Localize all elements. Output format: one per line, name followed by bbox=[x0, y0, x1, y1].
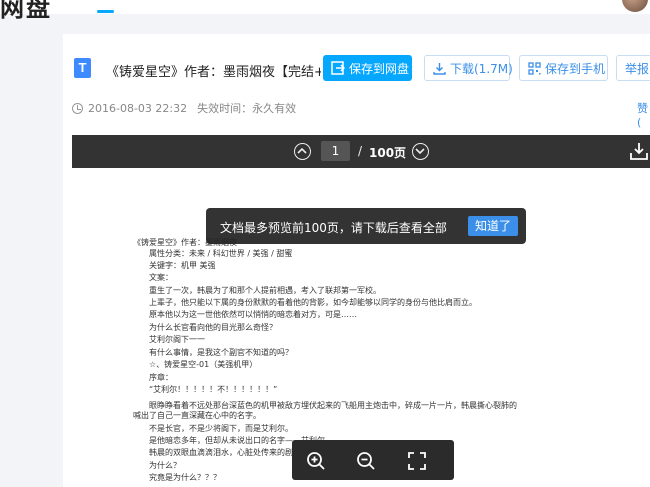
download-icon bbox=[433, 62, 446, 75]
avatar[interactable] bbox=[622, 0, 648, 12]
preview-limit-toast: 文档最多预览前100页，请下载后查看全部 知道了 bbox=[206, 208, 526, 244]
doc-line: 有什么事情，是我这个副官不知道的吗？ bbox=[149, 348, 293, 357]
page-down-icon[interactable] bbox=[412, 143, 429, 160]
doc-line: 关键字：机甲 美强 bbox=[149, 261, 216, 270]
zoom-out-icon[interactable] bbox=[355, 450, 377, 472]
doc-line: 为什么？ bbox=[149, 461, 181, 470]
expire-time: 失效时间：永久有效 bbox=[197, 102, 297, 115]
active-tab-indicator bbox=[97, 10, 114, 13]
file-title: 《铸爱星空》作者：墨雨烟夜【完结+番外... bbox=[106, 65, 321, 80]
save-label: 保存到网盘 bbox=[349, 61, 410, 76]
phone-qr-icon bbox=[528, 61, 541, 75]
toast-message: 文档最多预览前100页，请下载后查看全部 bbox=[220, 221, 447, 235]
doc-line: 上辈子，他只能以下属的身份默默的看着他的背影，如今却能够以同学的身份与他比肩而立… bbox=[149, 298, 477, 307]
page-up-icon[interactable] bbox=[294, 143, 311, 160]
clock-icon bbox=[72, 102, 83, 114]
doc-line: 不是长官，不是少将阁下，而是艾利尔。 bbox=[149, 424, 293, 433]
share-date: 2016-08-03 22:32 bbox=[88, 101, 188, 115]
page-number-input[interactable]: 1 bbox=[321, 141, 350, 161]
doc-line: 喊出了自己一直深藏在心中的名字。 bbox=[133, 411, 261, 420]
file-meta: 2016-08-03 22:32 失效时间：永久有效 bbox=[72, 100, 296, 116]
doc-line: 文案： bbox=[149, 273, 173, 282]
preview-toolbar: 1 / 100页 bbox=[72, 135, 650, 168]
doc-line: 序章： bbox=[149, 373, 173, 382]
doc-line: 属性分类：未来 / 科幻世界 / 美强 / 甜蜜 bbox=[149, 249, 293, 258]
doc-line: 艾利尔阁下一一 bbox=[149, 335, 205, 344]
save-to-phone-button[interactable]: 保存到手机 bbox=[519, 55, 608, 81]
doc-line: ☆、铸爱星空-01（美强机甲） bbox=[149, 360, 258, 369]
save-to-netdisk-button[interactable]: 保存到网盘 bbox=[323, 55, 412, 81]
logo-text[interactable]: 网盘 bbox=[0, 0, 52, 23]
doc-line: 原本他以为这一世他依然可以悄悄的暗恋着对方，可是…… bbox=[149, 310, 357, 319]
doc-line: “艾利尔！！！！！不！！！！！！” bbox=[149, 385, 278, 394]
download-button[interactable]: 下载(1.7M) bbox=[424, 55, 513, 81]
like-link[interactable]: 赞( bbox=[637, 100, 650, 129]
doc-line: 为什么长官看向他的目光那么奇怪？ bbox=[149, 323, 277, 332]
doc-line: 究竟是为什么？？？ bbox=[149, 473, 221, 482]
doc-line: 重生了一次，韩晨为了和那个人提前相遇，考入了联邦第一军校。 bbox=[149, 286, 381, 295]
file-txt-icon: T bbox=[74, 58, 91, 78]
phone-label: 保存到手机 bbox=[545, 61, 606, 76]
page-separator: / bbox=[358, 144, 363, 158]
total-pages: 100页 bbox=[369, 146, 407, 160]
download-tray-icon[interactable] bbox=[629, 142, 649, 161]
report-label: 举报 bbox=[625, 61, 650, 76]
top-nav: 网盘 bbox=[0, 0, 650, 22]
download-label: 下载(1.7M) bbox=[450, 61, 513, 76]
zoom-controls bbox=[292, 440, 454, 480]
fullscreen-icon[interactable] bbox=[406, 450, 428, 472]
save-cloud-icon bbox=[331, 61, 345, 75]
toast-ok-button[interactable]: 知道了 bbox=[468, 216, 518, 236]
zoom-in-icon[interactable] bbox=[305, 450, 327, 472]
report-button[interactable]: 举报 bbox=[616, 55, 650, 81]
doc-line: 眼睁睁看着不远处那台深蓝色的机甲被敌方埋伏起来的飞船用主炮击中，碎成一片一片，韩… bbox=[149, 401, 517, 410]
